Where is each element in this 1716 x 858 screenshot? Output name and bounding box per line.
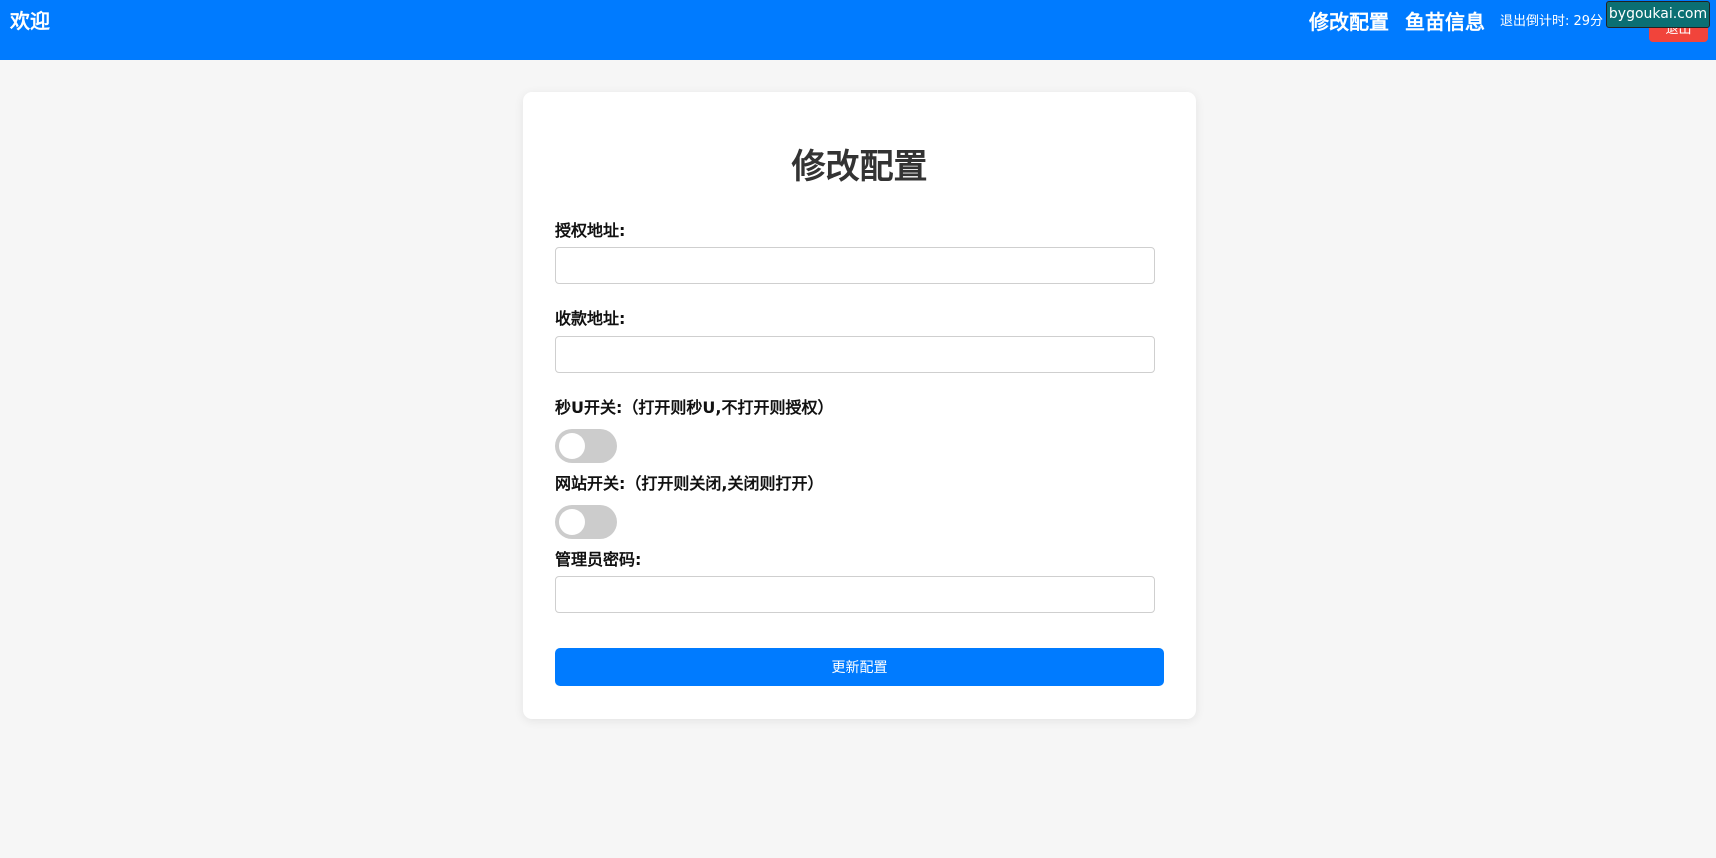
toggle-knob bbox=[559, 509, 585, 535]
toggle-knob bbox=[559, 433, 585, 459]
site-switch-label: 网站开关:（打开则关闭,关闭则打开） bbox=[555, 474, 824, 493]
payment-address-input[interactable] bbox=[555, 336, 1155, 373]
watermark-badge: bygoukai.com bbox=[1606, 1, 1710, 28]
instant-u-switch-label: 秒U开关:（打开则秒U,不打开则授权） bbox=[555, 398, 834, 417]
page-title: 修改配置 bbox=[791, 147, 928, 187]
site-toggle[interactable] bbox=[555, 505, 617, 539]
nav-link-fish-info[interactable]: 鱼苗信息 bbox=[1405, 8, 1485, 36]
top-nav: 修改配置 鱼苗信息 bbox=[1309, 8, 1485, 36]
config-card: 修改配置 授权地址: 收款地址: 秒U开关:（打开则秒U,不打开则授权） 网站开… bbox=[523, 92, 1196, 719]
update-config-button[interactable]: 更新配置 bbox=[555, 648, 1164, 686]
auth-address-label: 授权地址: bbox=[555, 221, 626, 240]
payment-address-label: 收款地址: bbox=[555, 309, 626, 328]
auth-address-input[interactable] bbox=[555, 247, 1155, 284]
admin-password-input[interactable] bbox=[555, 576, 1155, 613]
instant-u-toggle[interactable] bbox=[555, 429, 617, 463]
admin-password-label: 管理员密码: bbox=[555, 550, 642, 569]
top-navbar: 欢迎 修改配置 鱼苗信息 退出倒计时: 29分 退出 bygoukai.com bbox=[0, 0, 1716, 60]
nav-link-edit-config[interactable]: 修改配置 bbox=[1309, 8, 1389, 36]
welcome-text: 欢迎 bbox=[10, 9, 50, 33]
logout-countdown: 退出倒计时: 29分 bbox=[1500, 14, 1604, 29]
